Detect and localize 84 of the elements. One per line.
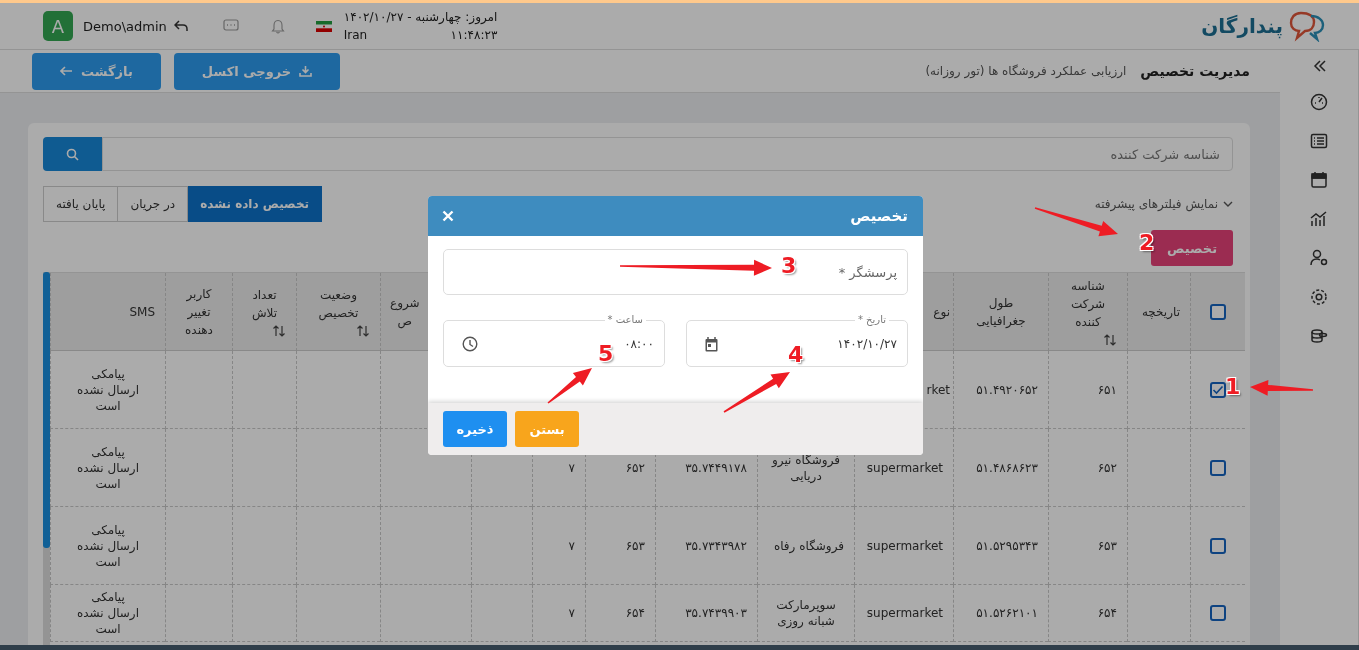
table-cell: پیامکی ارسال نشده است <box>50 351 165 429</box>
table-cell: پیامکی ارسال نشده است <box>50 507 165 585</box>
annotation-arrow <box>723 372 790 413</box>
row-checkbox[interactable] <box>1210 605 1226 621</box>
table-cell: پیامکی ارسال نشده است <box>50 429 165 507</box>
table-cell: ۶۵۴ <box>1048 585 1127 642</box>
table-cell: ۵۱.۴۸۶۸۶۲۳ <box>953 429 1048 507</box>
table-cell: ۳۵.۷۴۳۹۹۰۳ <box>655 585 757 642</box>
list-icon[interactable] <box>1310 131 1328 150</box>
date-text: امروز: چهارشنبه - ۱۴۰۲/۱۰/۲۷ <box>343 9 498 26</box>
table-cell: ۵۱.۵۲۹۵۳۴۳ <box>953 507 1048 585</box>
table-cell: ۷ <box>532 507 585 585</box>
gauge-icon[interactable] <box>1310 92 1328 111</box>
table-cell: فروشگاه رفاه <box>757 507 854 585</box>
chevron-icon <box>1223 200 1233 208</box>
table-cell: ۶۵۳ <box>585 507 655 585</box>
table-cell <box>232 585 296 642</box>
column-title: طول جغرافیایی <box>975 294 1027 330</box>
username: Demo\admin <box>83 18 167 34</box>
logo-text[interactable]: پندارگان <box>1201 14 1283 38</box>
row-checkbox[interactable] <box>1210 537 1226 554</box>
annotation-number: 4 <box>788 341 804 369</box>
download-icon <box>299 65 313 77</box>
column-title: کاربر تغییر دهنده <box>184 285 214 339</box>
table-cell <box>471 585 532 642</box>
column-title: نوع <box>933 303 950 321</box>
database-icon[interactable] <box>1310 326 1328 345</box>
column-title: شروع ص <box>390 294 420 330</box>
close-icon[interactable] <box>442 210 454 222</box>
settings-icon[interactable] <box>1310 287 1328 306</box>
table-cell: ۳۵.۷۳۴۳۹۸۲ <box>655 507 757 585</box>
annotation-arrow <box>547 368 592 404</box>
sort-icon[interactable] <box>1103 334 1117 346</box>
calendar-icon[interactable] <box>705 336 718 352</box>
page-title: مدیریت تخصیص <box>1140 63 1250 79</box>
select-all-checkbox[interactable] <box>1210 303 1226 320</box>
table-cell: ۵۱.۵۲۶۲۱۰۱ <box>953 585 1048 642</box>
calendar-icon[interactable] <box>1310 170 1328 189</box>
column-title: وضعیت تخصیص <box>317 287 360 322</box>
table-cell: supermarket <box>854 585 953 642</box>
clock-icon[interactable] <box>462 336 478 352</box>
sort-icon[interactable] <box>356 325 370 337</box>
field-label: ساعت * <box>606 314 644 326</box>
country-text: Iran <box>343 27 368 44</box>
breadcrumb-link[interactable]: ارزیابی عملکرد فروشگاه ها (تور روزانه) <box>925 64 1127 78</box>
advanced-filters-toggle[interactable]: نمایش فیلترهای پیشرفته <box>1094 197 1233 211</box>
status-tab[interactable]: تخصیص داده نشده <box>187 186 323 222</box>
save-button[interactable]: ذخیره <box>443 411 507 447</box>
column-title: شناسه شرکت کننده <box>1069 278 1107 331</box>
table-cell: پیامکی ارسال نشده است <box>50 585 165 642</box>
table-cell: ۶۵۴ <box>585 585 655 642</box>
annotation-number: 5 <box>598 340 614 368</box>
row-checkbox[interactable] <box>1210 381 1226 398</box>
chart-icon[interactable] <box>1310 209 1328 228</box>
scrollbar[interactable] <box>43 272 50 548</box>
annotation-number: 1 <box>1225 373 1241 401</box>
dialog-title: تخصیص <box>850 207 908 225</box>
field-label: تاریخ * <box>856 314 887 326</box>
arrow-left-icon <box>60 66 73 76</box>
user-settings-icon[interactable] <box>1310 248 1328 267</box>
table-cell: ۶۵۲ <box>1048 429 1127 507</box>
column-title: SMS <box>129 303 155 321</box>
table-cell: ۵۱.۴۹۲۰۶۵۲ <box>953 351 1048 429</box>
annotation-number: 3 <box>781 252 797 280</box>
row-checkbox[interactable] <box>1210 459 1226 476</box>
logo-icon[interactable] <box>1289 10 1325 42</box>
time-text: ۱۱:۴۸:۲۳ <box>450 27 498 44</box>
table-cell: supermarket <box>854 507 953 585</box>
table-cell: ۶۵۱ <box>1048 351 1127 429</box>
reply-icon[interactable] <box>173 20 188 32</box>
table-cell: ۶۵۳ <box>1048 507 1127 585</box>
search-icon <box>66 147 79 161</box>
table-cell: ۷ <box>532 585 585 642</box>
table-cell: سوپرمارکت شبانه روزی <box>757 585 854 642</box>
sort-icon[interactable] <box>272 325 286 337</box>
status-tab[interactable]: در جریان <box>117 186 189 222</box>
status-tab[interactable]: پایان یافته <box>43 186 119 222</box>
user-avatar[interactable]: A <box>43 11 73 41</box>
column-title: تاریخچه <box>1141 303 1180 321</box>
table-cell <box>165 585 232 642</box>
search-field[interactable]: شناسه شرکت کننده <box>102 137 1233 171</box>
column-title: تعداد تلاش <box>250 287 279 322</box>
annotation-arrow <box>1250 379 1313 396</box>
flag-icon <box>315 20 332 32</box>
